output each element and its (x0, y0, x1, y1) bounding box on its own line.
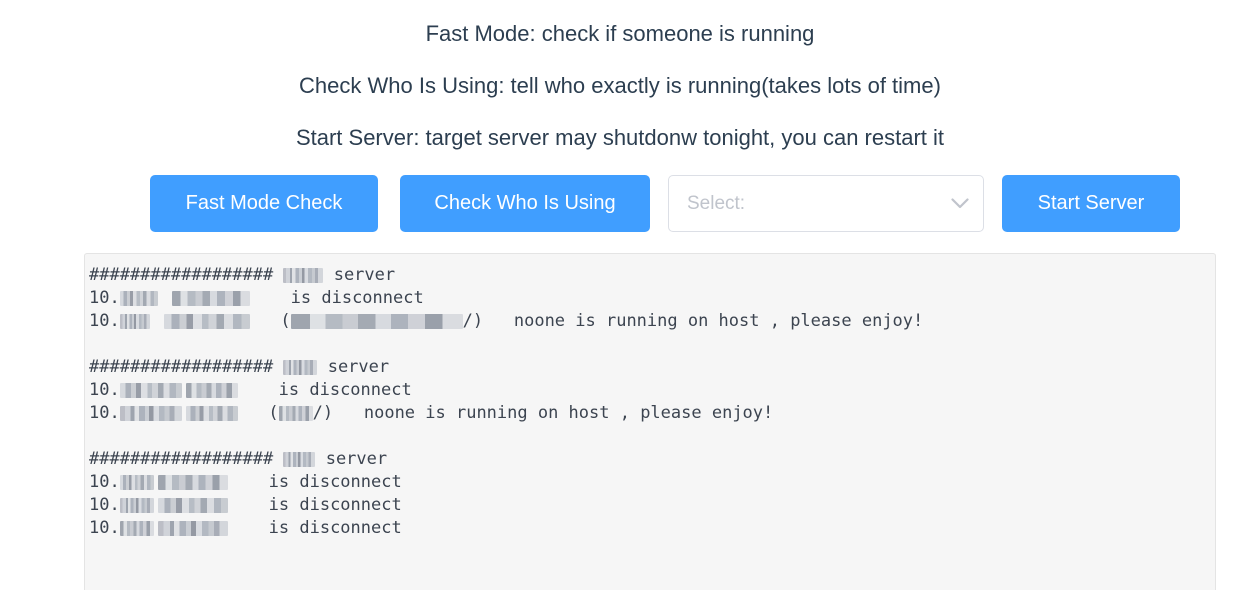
chevron-down-icon (943, 198, 977, 209)
redacted-text (119, 406, 182, 421)
redacted-text (185, 406, 238, 421)
console-line: 10. (/) noone is running on host , pleas… (89, 403, 774, 423)
redacted-text (157, 475, 228, 490)
server-select[interactable]: Select: (668, 175, 984, 232)
instruction-start-server: Start Server: target server may shutdonw… (295, 125, 945, 150)
console-output-panel[interactable]: ################## server 10. is disconne… (84, 253, 1216, 590)
redacted-text (283, 452, 316, 467)
console-line: 10. is disconnect (89, 472, 402, 492)
console-line: 10. is disconnect (89, 380, 412, 400)
redacted-text (157, 498, 228, 513)
redacted-text (283, 360, 318, 375)
redacted-text (185, 383, 238, 398)
instruction-check-who: Check Who Is Using: tell who exactly is … (299, 73, 941, 98)
console-line: 10. is disconnect (89, 495, 402, 515)
redacted-text (119, 475, 154, 490)
redacted-text (278, 406, 313, 421)
redacted-text (157, 521, 228, 536)
check-who-is-using-button[interactable]: Check Who Is Using (400, 175, 650, 232)
console-block-spacer (89, 425, 1215, 448)
start-server-button[interactable]: Start Server (1002, 175, 1180, 232)
redacted-text (119, 291, 158, 306)
redacted-text (119, 383, 182, 398)
console-block-spacer (89, 333, 1215, 356)
console-line: 10. (/) noone is running on host , pleas… (89, 311, 924, 331)
fast-mode-check-button[interactable]: Fast Mode Check (150, 175, 378, 232)
console-line: 10. is disconnect (89, 518, 402, 538)
console-output-text: ################## server 10. is disconne… (89, 264, 1215, 540)
redacted-text (283, 268, 324, 283)
server-select-placeholder: Select: (687, 192, 746, 214)
instructions-block: Fast Mode: check if someone is running C… (0, 0, 1240, 153)
redacted-text (119, 314, 150, 329)
redacted-text (119, 521, 154, 536)
console-block-header: ################## server (89, 449, 388, 469)
instruction-fast-mode: Fast Mode: check if someone is running (425, 21, 815, 46)
redacted-text (119, 498, 154, 513)
redacted-text (290, 314, 463, 329)
app-root: Fast Mode: check if someone is running C… (0, 0, 1240, 590)
console-line: 10. is disconnect (89, 288, 424, 308)
redacted-text (171, 291, 250, 306)
controls-row: Fast Mode Check Check Who Is Using Selec… (0, 175, 1240, 232)
console-block-header: ################## server (89, 357, 390, 377)
redacted-text (163, 314, 250, 329)
console-block-header: ################## server (89, 265, 396, 285)
